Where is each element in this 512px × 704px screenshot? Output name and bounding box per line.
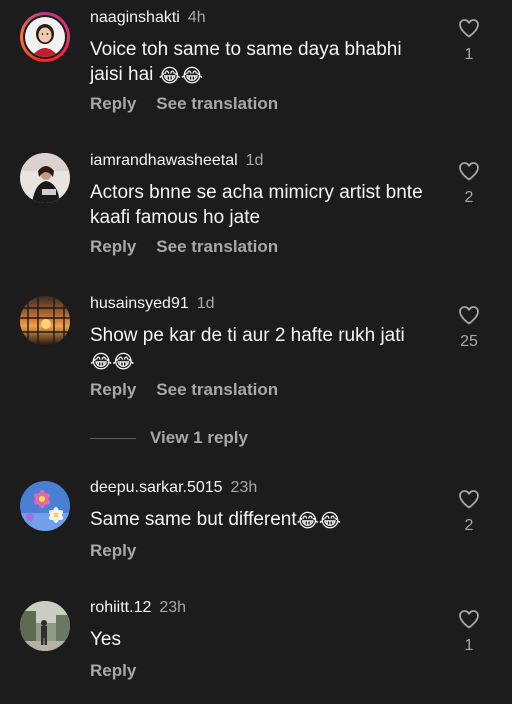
avatar-image — [20, 601, 70, 651]
view-replies-label[interactable]: View 1 reply — [150, 428, 248, 448]
comment-text: Same same but different😂😂 — [90, 507, 430, 532]
heart-outline-icon[interactable] — [457, 487, 481, 511]
view-replies-button[interactable]: View 1 reply — [90, 428, 248, 448]
see-translation-button[interactable]: See translation — [156, 380, 278, 399]
comment-body: Yes — [90, 629, 121, 650]
timestamp: 1d — [196, 295, 215, 312]
timestamp: 4h — [187, 9, 206, 26]
reply-button[interactable]: Reply — [90, 541, 136, 560]
reply-button[interactable]: Reply — [90, 237, 136, 256]
reply-button[interactable]: Reply — [90, 94, 136, 113]
comment-meta: iamrandhawasheetal 1d — [90, 152, 263, 170]
comment-body: Show pe kar de ti aur 2 hafte rukh jati — [90, 325, 405, 346]
heart-outline-icon[interactable] — [457, 607, 481, 631]
comment-text: Voice toh same to same daya bhabhi jaisi… — [90, 37, 430, 87]
avatar-image — [20, 481, 70, 531]
heart-outline-icon[interactable] — [457, 159, 481, 183]
username[interactable]: deepu.sarkar.5015 — [90, 479, 223, 496]
comment-body: Same same but different — [90, 509, 297, 530]
like-control: 2 — [452, 487, 486, 535]
comment-text: Show pe kar de ti aur 2 hafte rukh jati … — [90, 323, 430, 373]
comment-actions: Reply See translation — [90, 380, 278, 400]
laughing-emoji: 😂😂 — [158, 65, 204, 87]
like-count: 1 — [464, 637, 474, 654]
like-control: 1 — [452, 16, 486, 64]
avatar[interactable] — [20, 12, 70, 62]
like-control: 2 — [452, 159, 486, 207]
comment-body: Voice toh same to same daya bhabhi jaisi… — [90, 39, 402, 85]
heart-outline-icon[interactable] — [457, 16, 481, 40]
comment-text: Yes — [90, 627, 430, 652]
comment-text: Actors bnne se acha mimicry artist bnte … — [90, 180, 430, 230]
reply-button[interactable]: Reply — [90, 380, 136, 399]
comment-meta: naaginshakti 4h — [90, 9, 206, 27]
comment-actions: Reply — [90, 661, 136, 681]
avatar[interactable] — [20, 296, 70, 346]
timestamp: 1d — [245, 152, 264, 169]
timestamp: 23h — [159, 599, 187, 616]
laughing-emoji: 😂😂 — [296, 510, 342, 532]
comment-body: Actors bnne se acha mimicry artist bnte … — [90, 182, 423, 228]
username[interactable]: iamrandhawasheetal — [90, 152, 238, 169]
like-control: 1 — [452, 607, 486, 655]
username[interactable]: naaginshakti — [90, 9, 180, 26]
avatar-image — [20, 153, 70, 203]
comment-meta: rohiitt.12 23h — [90, 599, 186, 617]
like-count: 2 — [464, 517, 474, 534]
avatar[interactable] — [20, 601, 70, 651]
avatar[interactable] — [20, 481, 70, 531]
like-count: 25 — [460, 333, 478, 350]
comment-actions: Reply See translation — [90, 237, 278, 257]
heart-outline-icon[interactable] — [457, 303, 481, 327]
reply-button[interactable]: Reply — [90, 661, 136, 680]
comments-list: naaginshakti 4h Voice toh same to same da… — [0, 0, 512, 704]
username[interactable]: husainsyed91 — [90, 295, 189, 312]
comment-actions: Reply — [90, 541, 136, 561]
timestamp: 23h — [230, 479, 258, 496]
comment-meta: husainsyed91 1d — [90, 295, 215, 313]
comment-meta: deepu.sarkar.5015 23h — [90, 479, 257, 497]
like-count: 1 — [464, 46, 474, 63]
like-count: 2 — [464, 189, 474, 206]
avatar[interactable] — [20, 153, 70, 203]
username[interactable]: rohiitt.12 — [90, 599, 151, 616]
see-translation-button[interactable]: See translation — [156, 94, 278, 113]
see-translation-button[interactable]: See translation — [156, 237, 278, 256]
avatar-image — [20, 296, 70, 346]
avatar-image — [25, 17, 65, 57]
reply-thread-line — [90, 437, 136, 439]
comment-actions: Reply See translation — [90, 94, 278, 114]
laughing-emoji: 😂😂 — [90, 351, 135, 373]
like-control: 25 — [452, 303, 486, 351]
